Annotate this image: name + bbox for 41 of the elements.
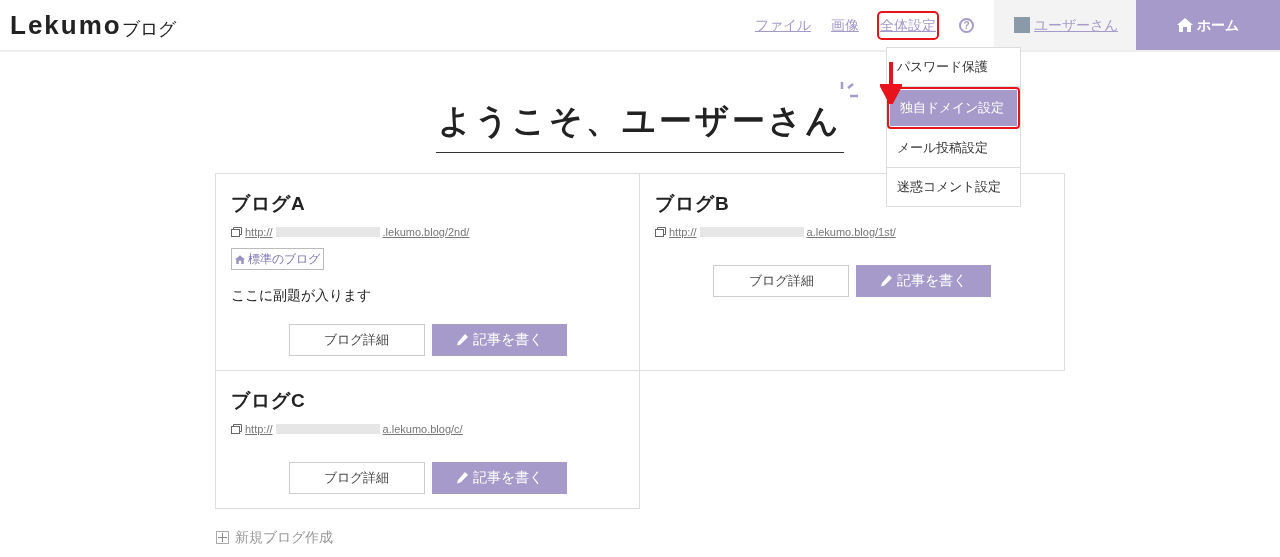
pencil-icon xyxy=(455,471,469,484)
plus-icon xyxy=(216,530,229,544)
blog-details-button[interactable]: ブログ詳細 xyxy=(288,323,425,356)
window-icon xyxy=(231,227,242,238)
menu-item[interactable]: メール投稿設定 xyxy=(887,129,1020,167)
blog-url-start[interactable]: http:// xyxy=(245,421,273,438)
nav-link[interactable]: 全体設定 xyxy=(879,12,937,38)
blog-details-button[interactable]: ブログ詳細 xyxy=(713,264,849,297)
nav-link[interactable]: ファイル xyxy=(755,14,811,36)
home-button[interactable]: ホーム xyxy=(1136,0,1280,50)
window-icon xyxy=(231,424,242,435)
blog-url-start[interactable]: http:// xyxy=(245,224,273,241)
menu-item[interactable]: 迷惑コメント設定 xyxy=(887,168,1020,206)
page-title: ようこそ、ユーザーさん xyxy=(436,96,844,153)
blog-url-end[interactable]: a.lekumo.blog/c/ xyxy=(382,421,463,438)
blog-url-end[interactable]: a.lekumo.blog/1st/ xyxy=(806,224,896,241)
window-icon xyxy=(655,227,666,238)
default-blog-badge: 標準のブログ xyxy=(231,248,324,270)
blog-name: ブログC xyxy=(231,388,307,413)
blog-subtitle: ここに副題が入ります xyxy=(231,285,372,305)
write-post-button[interactable]: 記事を書く xyxy=(431,323,567,356)
pencil-icon xyxy=(455,333,469,346)
blog-url-end[interactable]: .lekumo.blog/2nd/ xyxy=(382,224,470,241)
home-icon xyxy=(235,254,245,264)
write-post-button[interactable]: 記事を書く xyxy=(856,264,991,297)
blog-name: ブログB xyxy=(655,191,731,216)
avatar-icon xyxy=(1014,17,1030,33)
write-post-button[interactable]: 記事を書く xyxy=(431,461,567,494)
blog-name: ブログA xyxy=(231,191,307,216)
user-link[interactable]: ユーザーさん xyxy=(1034,14,1118,36)
home-icon xyxy=(1177,18,1193,32)
logo[interactable]: Lekumo xyxy=(10,5,122,45)
blog-details-button[interactable]: ブログ詳細 xyxy=(288,461,425,494)
nav-link[interactable]: 画像 xyxy=(831,14,859,36)
help-icon[interactable]: ? xyxy=(959,17,974,33)
blog-url-start[interactable]: http:// xyxy=(669,224,697,241)
logo-suffix: ブログ xyxy=(121,17,176,41)
menu-item[interactable]: パスワード保護 xyxy=(887,48,1020,86)
menu-item[interactable]: 独自ドメイン設定 xyxy=(890,90,1017,126)
pencil-icon xyxy=(880,274,893,287)
new-blog-link[interactable]: 新規ブログ作成 xyxy=(235,526,333,548)
